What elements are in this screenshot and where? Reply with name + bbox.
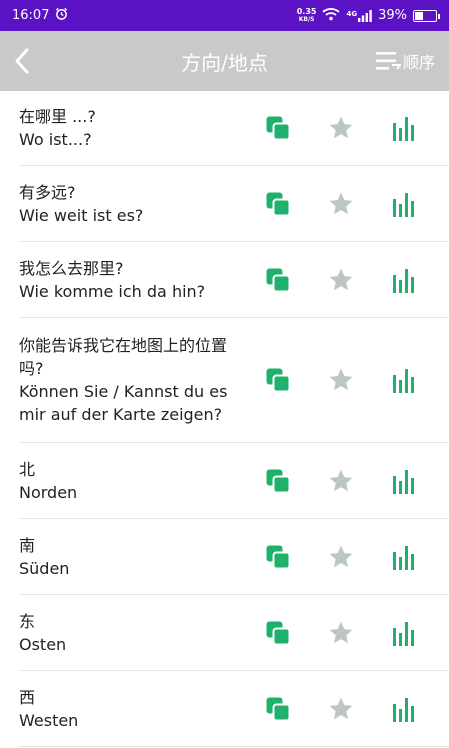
copy-icon [266,469,290,493]
copy-button[interactable] [246,537,309,577]
phrase-german: Können Sie / Kannst du es mir auf der Ka… [19,382,228,424]
phrase-german: Osten [19,634,67,654]
phrase-chinese: 在哪里 ...? [19,107,96,126]
star-icon [329,268,352,290]
stats-button[interactable] [372,108,435,148]
bar-chart-icon [392,117,414,141]
status-bar: 16:07 0.35 KB/S 4G 39% [0,0,449,31]
bar-chart-icon [392,369,414,393]
star-icon [329,192,352,214]
list-item[interactable]: 南 Süden [19,519,449,595]
favorite-button[interactable] [309,108,372,148]
stats-button[interactable] [372,461,435,501]
bar-chart-icon [392,621,414,646]
phrase-chinese: 北 [19,459,36,479]
copy-button[interactable] [246,260,309,300]
copy-button[interactable] [246,360,309,400]
list-item[interactable]: 你能告诉我它在地图上的位置吗? Können Sie / Kannst du e… [19,318,449,443]
phrase-german: Süden [19,558,70,578]
copy-icon [266,116,290,141]
star-icon [329,469,352,491]
phrase-chinese: 西 [19,687,36,707]
stats-button[interactable] [372,260,435,300]
list-item[interactable]: 西 Westen [19,671,449,747]
star-icon [329,697,352,719]
phrase-german: Wie komme ich da hin? [19,281,206,301]
copy-button[interactable] [246,613,309,653]
stats-button[interactable] [372,689,435,729]
phrase-german: Norden [19,482,78,502]
phrase-chinese: 有多远? [19,182,76,202]
copy-icon [266,545,290,569]
stats-button[interactable] [372,537,435,577]
bar-chart-icon [392,469,414,494]
phrase-german: Wo ist...? [19,130,92,149]
copy-button[interactable] [246,184,309,224]
favorite-button[interactable] [309,461,372,501]
list-item[interactable]: 北 Norden [19,443,449,519]
copy-icon [266,368,290,393]
phrase-german: Wie weit ist es? [19,205,144,225]
phrase-list: 在哪里 ...? Wo ist...? 有多远? Wie weit ist es… [0,91,449,747]
copy-button[interactable] [246,689,309,729]
network-speed: 0.35 KB/S [296,6,317,23]
bar-chart-icon [392,697,414,722]
star-icon [329,368,352,391]
phrase-german: Westen [19,710,79,730]
favorite-button[interactable] [309,360,372,400]
stats-button[interactable] [372,360,435,400]
stats-button[interactable] [372,184,435,224]
favorite-button[interactable] [309,613,372,653]
list-item[interactable]: 有多远? Wie weit ist es? [19,166,449,242]
back-arrow-icon [15,48,29,74]
sort-label: 顺序 [402,53,435,72]
favorite-button[interactable] [309,184,372,224]
copy-icon [266,621,290,645]
favorite-button[interactable] [309,689,372,729]
list-item[interactable]: 我怎么去那里? Wie komme ich da hin? [19,242,449,318]
phrase-chinese: 你能告诉我它在地图上的位置吗? [19,336,228,378]
back-button[interactable] [14,41,42,81]
app-bar: 方向/地点 顺序 [0,31,449,91]
bar-chart-icon [392,192,414,217]
stats-button[interactable] [372,613,435,653]
list-item[interactable]: 在哪里 ...? Wo ist...? [19,91,449,166]
sort-icon [375,52,401,70]
phrase-chinese: 我怎么去那里? [19,258,124,278]
sort-button[interactable]: 顺序 [375,49,435,73]
favorite-button[interactable] [309,260,372,300]
phrase-chinese: 东 [19,611,36,631]
wifi-icon [322,7,341,25]
star-icon [329,621,352,643]
list-item[interactable]: 东 Osten [19,595,449,671]
star-icon [329,545,352,567]
copy-icon [266,268,290,292]
signal-icon: 4G [346,9,372,22]
copy-button[interactable] [246,108,309,148]
phrase-chinese: 南 [19,535,36,555]
battery-level [415,11,423,20]
bar-chart-icon [392,268,414,293]
clock: 16:07 [12,8,50,23]
star-icon [329,116,352,139]
copy-button[interactable] [246,461,309,501]
battery-icon [413,9,440,22]
copy-icon [266,697,290,721]
copy-icon [266,192,290,216]
favorite-button[interactable] [309,537,372,577]
alarm-icon [55,7,68,24]
bar-chart-icon [392,545,414,570]
battery-percent: 39% [378,8,407,23]
